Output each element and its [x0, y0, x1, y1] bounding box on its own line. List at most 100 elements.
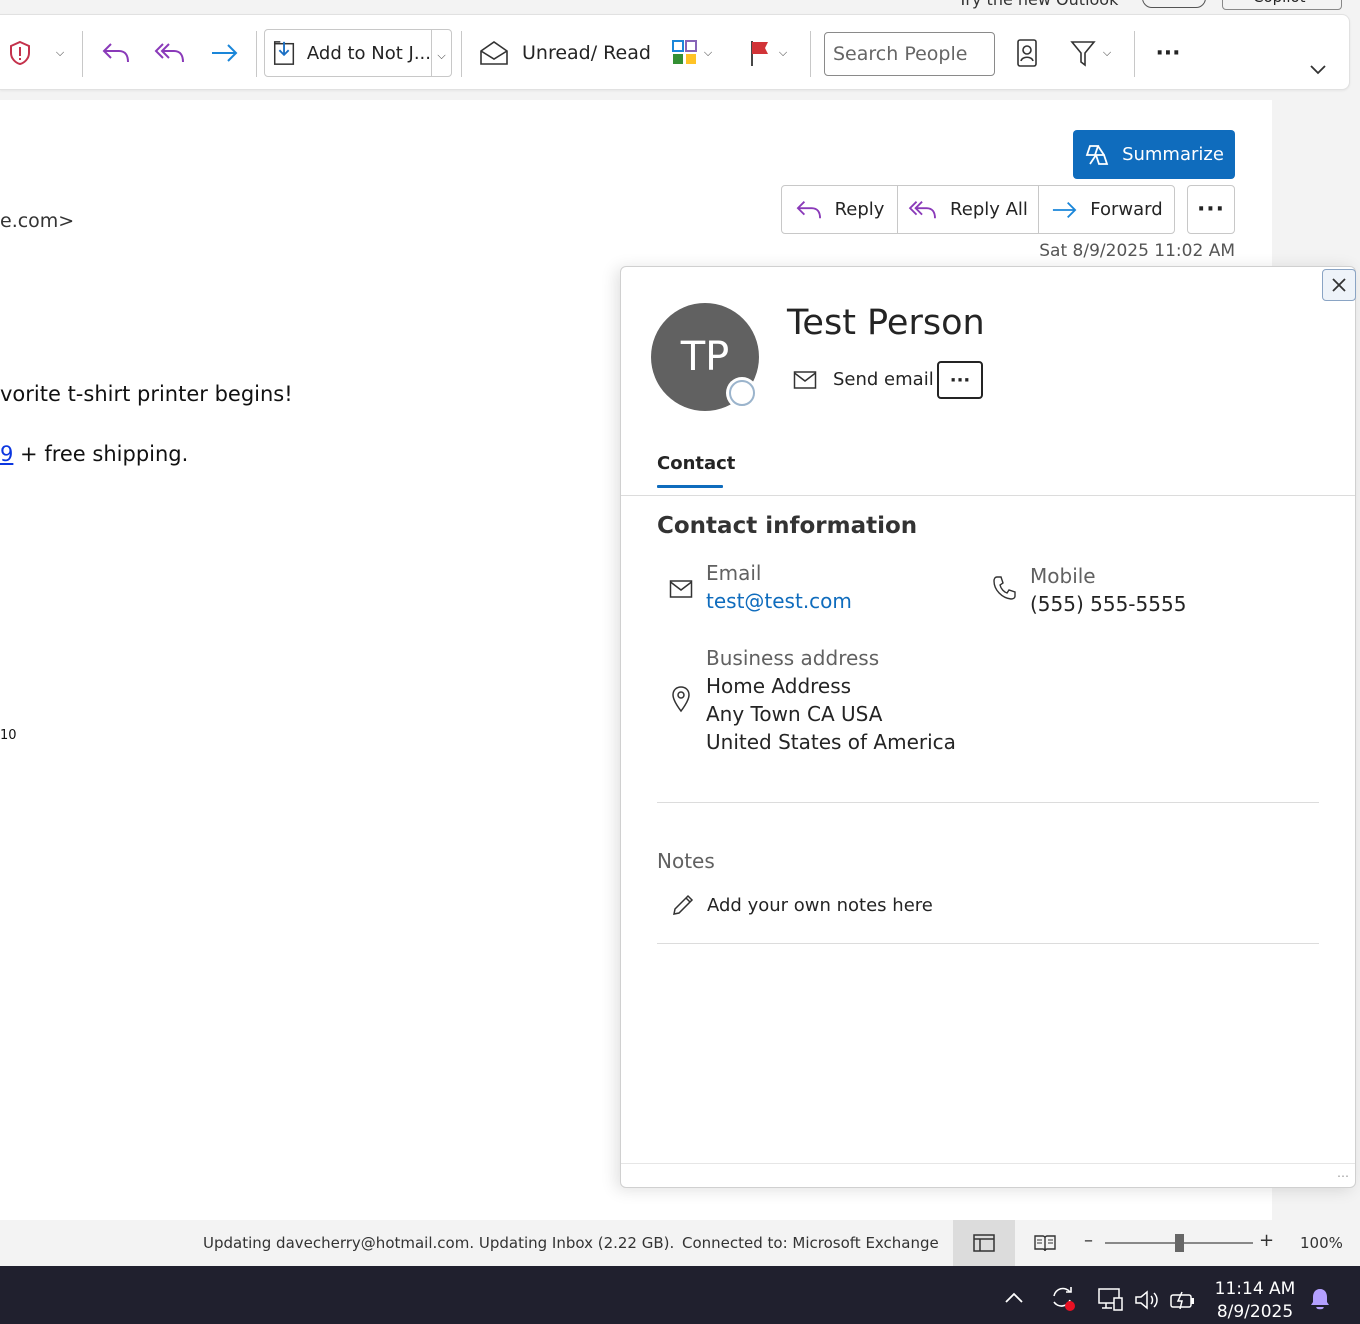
report-chevron-down-icon[interactable]: ⌵ — [50, 43, 70, 63]
forward-icon — [1053, 201, 1077, 218]
mobile-label: Mobile — [1030, 564, 1096, 588]
card-footer-divider — [621, 1163, 1355, 1164]
mobile-value[interactable]: (555) 555-5555 — [1030, 590, 1186, 618]
notification-bell-icon[interactable] — [1308, 1286, 1332, 1316]
address-line-2: Any Town CA USA — [706, 702, 883, 726]
message-action-bar: Reply Reply All Forward — [781, 185, 1175, 234]
taskbar-clock[interactable]: 11:14 AM 8/9/2025 — [1210, 1278, 1300, 1324]
reply-all-button[interactable]: Reply All — [898, 186, 1039, 233]
close-icon — [1332, 278, 1346, 292]
add-to-notebook-main[interactable]: Add to Not J... — [265, 30, 432, 76]
contact-more-button[interactable]: ··· — [937, 361, 983, 399]
copilot-button[interactable]: Copilot — [1222, 0, 1342, 10]
chevron-up-icon[interactable] — [1004, 1290, 1024, 1309]
normal-view-button[interactable] — [953, 1220, 1015, 1266]
notes-divider — [657, 943, 1319, 944]
unread-read-button[interactable]: Unread/ Read — [478, 29, 651, 77]
body-line-2-text: + free shipping. — [13, 442, 189, 466]
reply-button[interactable]: Reply — [782, 186, 898, 233]
message-datetime: Sat 8/9/2025 11:02 AM — [1039, 241, 1235, 261]
try-new-outlook-label: Try the new Outlook — [958, 0, 1118, 9]
filter-icon — [1070, 41, 1096, 67]
body-link[interactable]: 9 — [0, 442, 13, 466]
forward-icon[interactable] — [204, 35, 244, 71]
add-to-notebook-chevron-down-icon[interactable]: ⌵ — [432, 44, 451, 63]
ribbon-collapse-chevron-icon[interactable] — [1304, 57, 1332, 81]
ribbon-divider — [256, 31, 257, 77]
close-button[interactable] — [1322, 269, 1356, 301]
email-link[interactable]: test@test.com — [706, 589, 852, 613]
unread-read-label: Unread/ Read — [522, 42, 651, 64]
resize-grip-icon[interactable]: ⋯ — [1337, 1169, 1349, 1183]
reading-view-button[interactable] — [1014, 1220, 1076, 1266]
zoom-percent[interactable]: 100% — [1300, 1234, 1343, 1252]
summarize-button[interactable]: Summarize — [1073, 130, 1235, 179]
address-line-1: Home Address — [706, 674, 852, 698]
zoom-slider-thumb[interactable] — [1174, 1234, 1184, 1252]
categorize-chevron-down-icon: ⌵ — [703, 46, 713, 59]
notebook-icon — [273, 41, 295, 65]
reply-label: Reply — [834, 199, 885, 220]
categorize-button[interactable]: ⌵ — [666, 35, 716, 71]
notes-label: Notes — [657, 849, 715, 873]
body-line-1: vorite t-shirt printer begins! — [0, 382, 293, 406]
ribbon-divider — [82, 31, 83, 77]
open-envelope-icon — [480, 41, 508, 65]
volume-icon[interactable] — [1133, 1288, 1161, 1316]
add-notes-button[interactable]: Add your own notes here — [707, 895, 933, 916]
try-new-outlook-toggle[interactable] — [1142, 0, 1206, 8]
contact-name: Test Person — [787, 303, 985, 343]
zoom-in-button[interactable]: + — [1259, 1230, 1274, 1251]
flag-icon — [750, 41, 768, 66]
categorize-icon — [671, 40, 697, 64]
mobile-field: Mobile (555) 555-5555 — [1030, 562, 1186, 618]
tab-divider — [621, 495, 1355, 496]
copilot-icon — [1085, 144, 1109, 165]
mail-icon — [669, 580, 693, 598]
tab-contact-indicator — [657, 485, 723, 488]
reply-icon[interactable] — [98, 35, 134, 71]
forward-label: Forward — [1090, 199, 1163, 220]
ribbon-toolbar: ⌵ Add to Not J... ⌵ Unread/ Read ⌵ ⌵ ⌵ — [0, 14, 1350, 90]
location-pin-icon — [672, 686, 690, 713]
flag-chevron-down-icon: ⌵ — [778, 46, 788, 59]
normal-view-icon — [973, 1234, 995, 1252]
reading-view-icon — [1034, 1235, 1056, 1252]
email-field: Email test@test.com — [706, 559, 852, 615]
add-to-notebook-button[interactable]: Add to Not J... ⌵ — [264, 29, 452, 77]
reply-all-label: Reply All — [950, 199, 1028, 220]
filter-button[interactable]: ⌵ — [1064, 35, 1116, 71]
status-bar: Updating davecherry@hotmail.com. Updatin… — [0, 1220, 1360, 1266]
clock-date: 8/9/2025 — [1216, 1302, 1294, 1322]
reply-all-icon[interactable] — [150, 35, 190, 71]
forward-button[interactable]: Forward — [1039, 186, 1174, 233]
clock-time: 11:14 AM — [1214, 1279, 1296, 1299]
body-small-text: 10 — [0, 728, 17, 743]
zoom-out-button[interactable]: – — [1084, 1230, 1093, 1251]
report-icon[interactable] — [0, 35, 40, 71]
email-label: Email — [706, 561, 762, 585]
reply-icon — [796, 200, 821, 218]
reply-all-icon — [908, 200, 936, 218]
body-line-2: 9 + free shipping. — [0, 442, 188, 466]
top-strip: Try the new Outlook Copilot — [0, 0, 1360, 14]
windows-taskbar: 11:14 AM 8/9/2025 — [0, 1266, 1360, 1324]
address-line-3: United States of America — [706, 730, 956, 754]
battery-icon[interactable] — [1168, 1288, 1196, 1316]
flag-button[interactable]: ⌵ — [742, 35, 792, 71]
more-actions-button[interactable]: ··· — [1187, 185, 1235, 234]
network-icon[interactable] — [1096, 1286, 1124, 1316]
connection-status-text: Connected to: Microsoft Exchange — [682, 1234, 939, 1252]
sync-status-text: Updating davecherry@hotmail.com. Updatin… — [203, 1234, 675, 1252]
sync-icon[interactable] — [1048, 1284, 1078, 1316]
search-people-input[interactable] — [824, 32, 995, 76]
tab-contact[interactable]: Contact — [657, 453, 735, 474]
ribbon-divider — [810, 31, 811, 77]
business-address-label: Business address — [706, 646, 880, 670]
contact-information-title: Contact information — [657, 513, 918, 539]
address-book-icon[interactable] — [1010, 35, 1044, 71]
business-address-field: Business address Home Address Any Town C… — [706, 644, 956, 756]
ribbon-more-button[interactable]: ··· — [1146, 35, 1190, 71]
send-email-button[interactable]: Send email — [793, 369, 934, 390]
filter-chevron-down-icon: ⌵ — [1102, 46, 1112, 59]
